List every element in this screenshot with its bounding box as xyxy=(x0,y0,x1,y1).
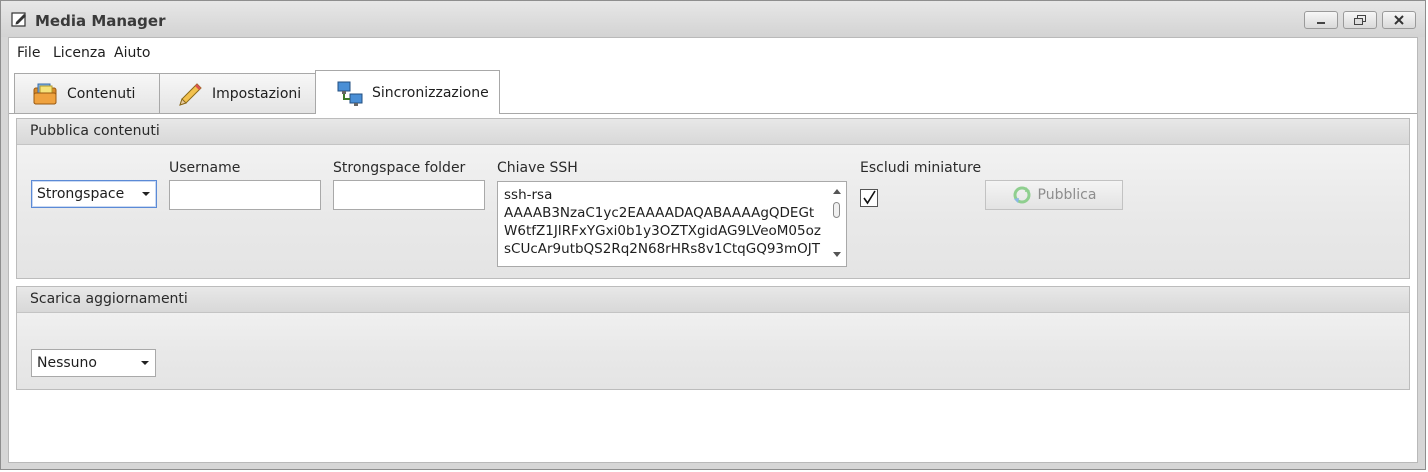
minimize-icon xyxy=(1317,22,1325,24)
download-group: Scarica aggiornamenti Nessuno xyxy=(16,286,1410,390)
restore-icon xyxy=(1354,15,1366,25)
restore-button[interactable] xyxy=(1343,11,1377,29)
chevron-down-icon xyxy=(141,361,149,365)
sync-icon xyxy=(1013,186,1031,204)
pencil-icon xyxy=(179,82,202,106)
publish-group-title: Pubblica contenuti xyxy=(30,123,160,139)
menu-aiuto[interactable]: Aiuto xyxy=(114,45,150,61)
tab-label: Contenuti xyxy=(67,85,136,102)
client-area: File Licenza Aiuto Contenuti Impostazion… xyxy=(8,37,1418,463)
scroll-down-icon[interactable] xyxy=(833,252,841,257)
folder-field[interactable] xyxy=(333,180,485,210)
minimize-button[interactable] xyxy=(1304,11,1338,29)
close-button[interactable] xyxy=(1382,11,1416,29)
close-icon xyxy=(1394,15,1404,25)
publish-button-label: Pubblica xyxy=(1037,187,1097,203)
tab-contenuti[interactable]: Contenuti xyxy=(14,73,160,113)
ssh-key-text: ssh-rsa AAAAB3NzaC1yc2EAAAADAQABAAAAgQDEG… xyxy=(504,187,821,257)
publish-group-header: Pubblica contenuti xyxy=(17,119,1409,145)
network-computers-icon xyxy=(337,81,363,106)
app-edit-icon xyxy=(11,12,26,27)
ssh-key-label: Chiave SSH xyxy=(497,160,578,176)
download-group-header: Scarica aggiornamenti xyxy=(17,287,1409,313)
chevron-down-icon xyxy=(142,192,150,196)
folder-photos-icon xyxy=(33,83,57,104)
update-source-select[interactable]: Nessuno xyxy=(31,349,156,377)
main-window: Media Manager File Licenza Aiuto Contenu… xyxy=(0,0,1426,470)
tab-label: Sincronizzazione xyxy=(372,84,489,101)
publish-group: Pubblica contenuti Strongspace Username … xyxy=(16,118,1410,279)
service-select-value: Strongspace xyxy=(37,186,125,202)
window-title: Media Manager xyxy=(35,12,166,30)
tab-strip: Contenuti Impostazioni Sincronizzazione xyxy=(9,68,1417,114)
folder-label: Strongspace folder xyxy=(333,160,466,176)
exclude-thumbnails-label: Escludi miniature xyxy=(860,160,982,176)
publish-button[interactable]: Pubblica xyxy=(985,180,1123,210)
download-group-title: Scarica aggiornamenti xyxy=(30,291,188,307)
tab-sincronizzazione[interactable]: Sincronizzazione xyxy=(315,70,500,114)
service-select[interactable]: Strongspace xyxy=(31,180,157,208)
menu-licenza[interactable]: Licenza xyxy=(53,45,106,61)
tab-impostazioni[interactable]: Impostazioni xyxy=(159,73,316,113)
menu-file[interactable]: File xyxy=(17,45,40,61)
username-field[interactable] xyxy=(169,180,321,210)
tab-label: Impostazioni xyxy=(212,85,302,102)
tab-divider xyxy=(9,113,1417,114)
update-source-value: Nessuno xyxy=(37,355,97,371)
username-label: Username xyxy=(169,160,241,176)
title-bar[interactable]: Media Manager xyxy=(1,1,1425,37)
checkmark-icon xyxy=(863,190,876,205)
ssh-key-textarea[interactable]: ssh-rsa AAAAB3NzaC1yc2EAAAADAQABAAAAgQDEG… xyxy=(497,181,847,267)
scroll-thumb[interactable] xyxy=(833,202,840,218)
scroll-up-icon[interactable] xyxy=(833,189,841,194)
menu-bar: File Licenza Aiuto xyxy=(9,38,1417,68)
exclude-thumbnails-checkbox[interactable] xyxy=(860,189,878,207)
ssh-key-scrollbar[interactable] xyxy=(828,182,846,266)
